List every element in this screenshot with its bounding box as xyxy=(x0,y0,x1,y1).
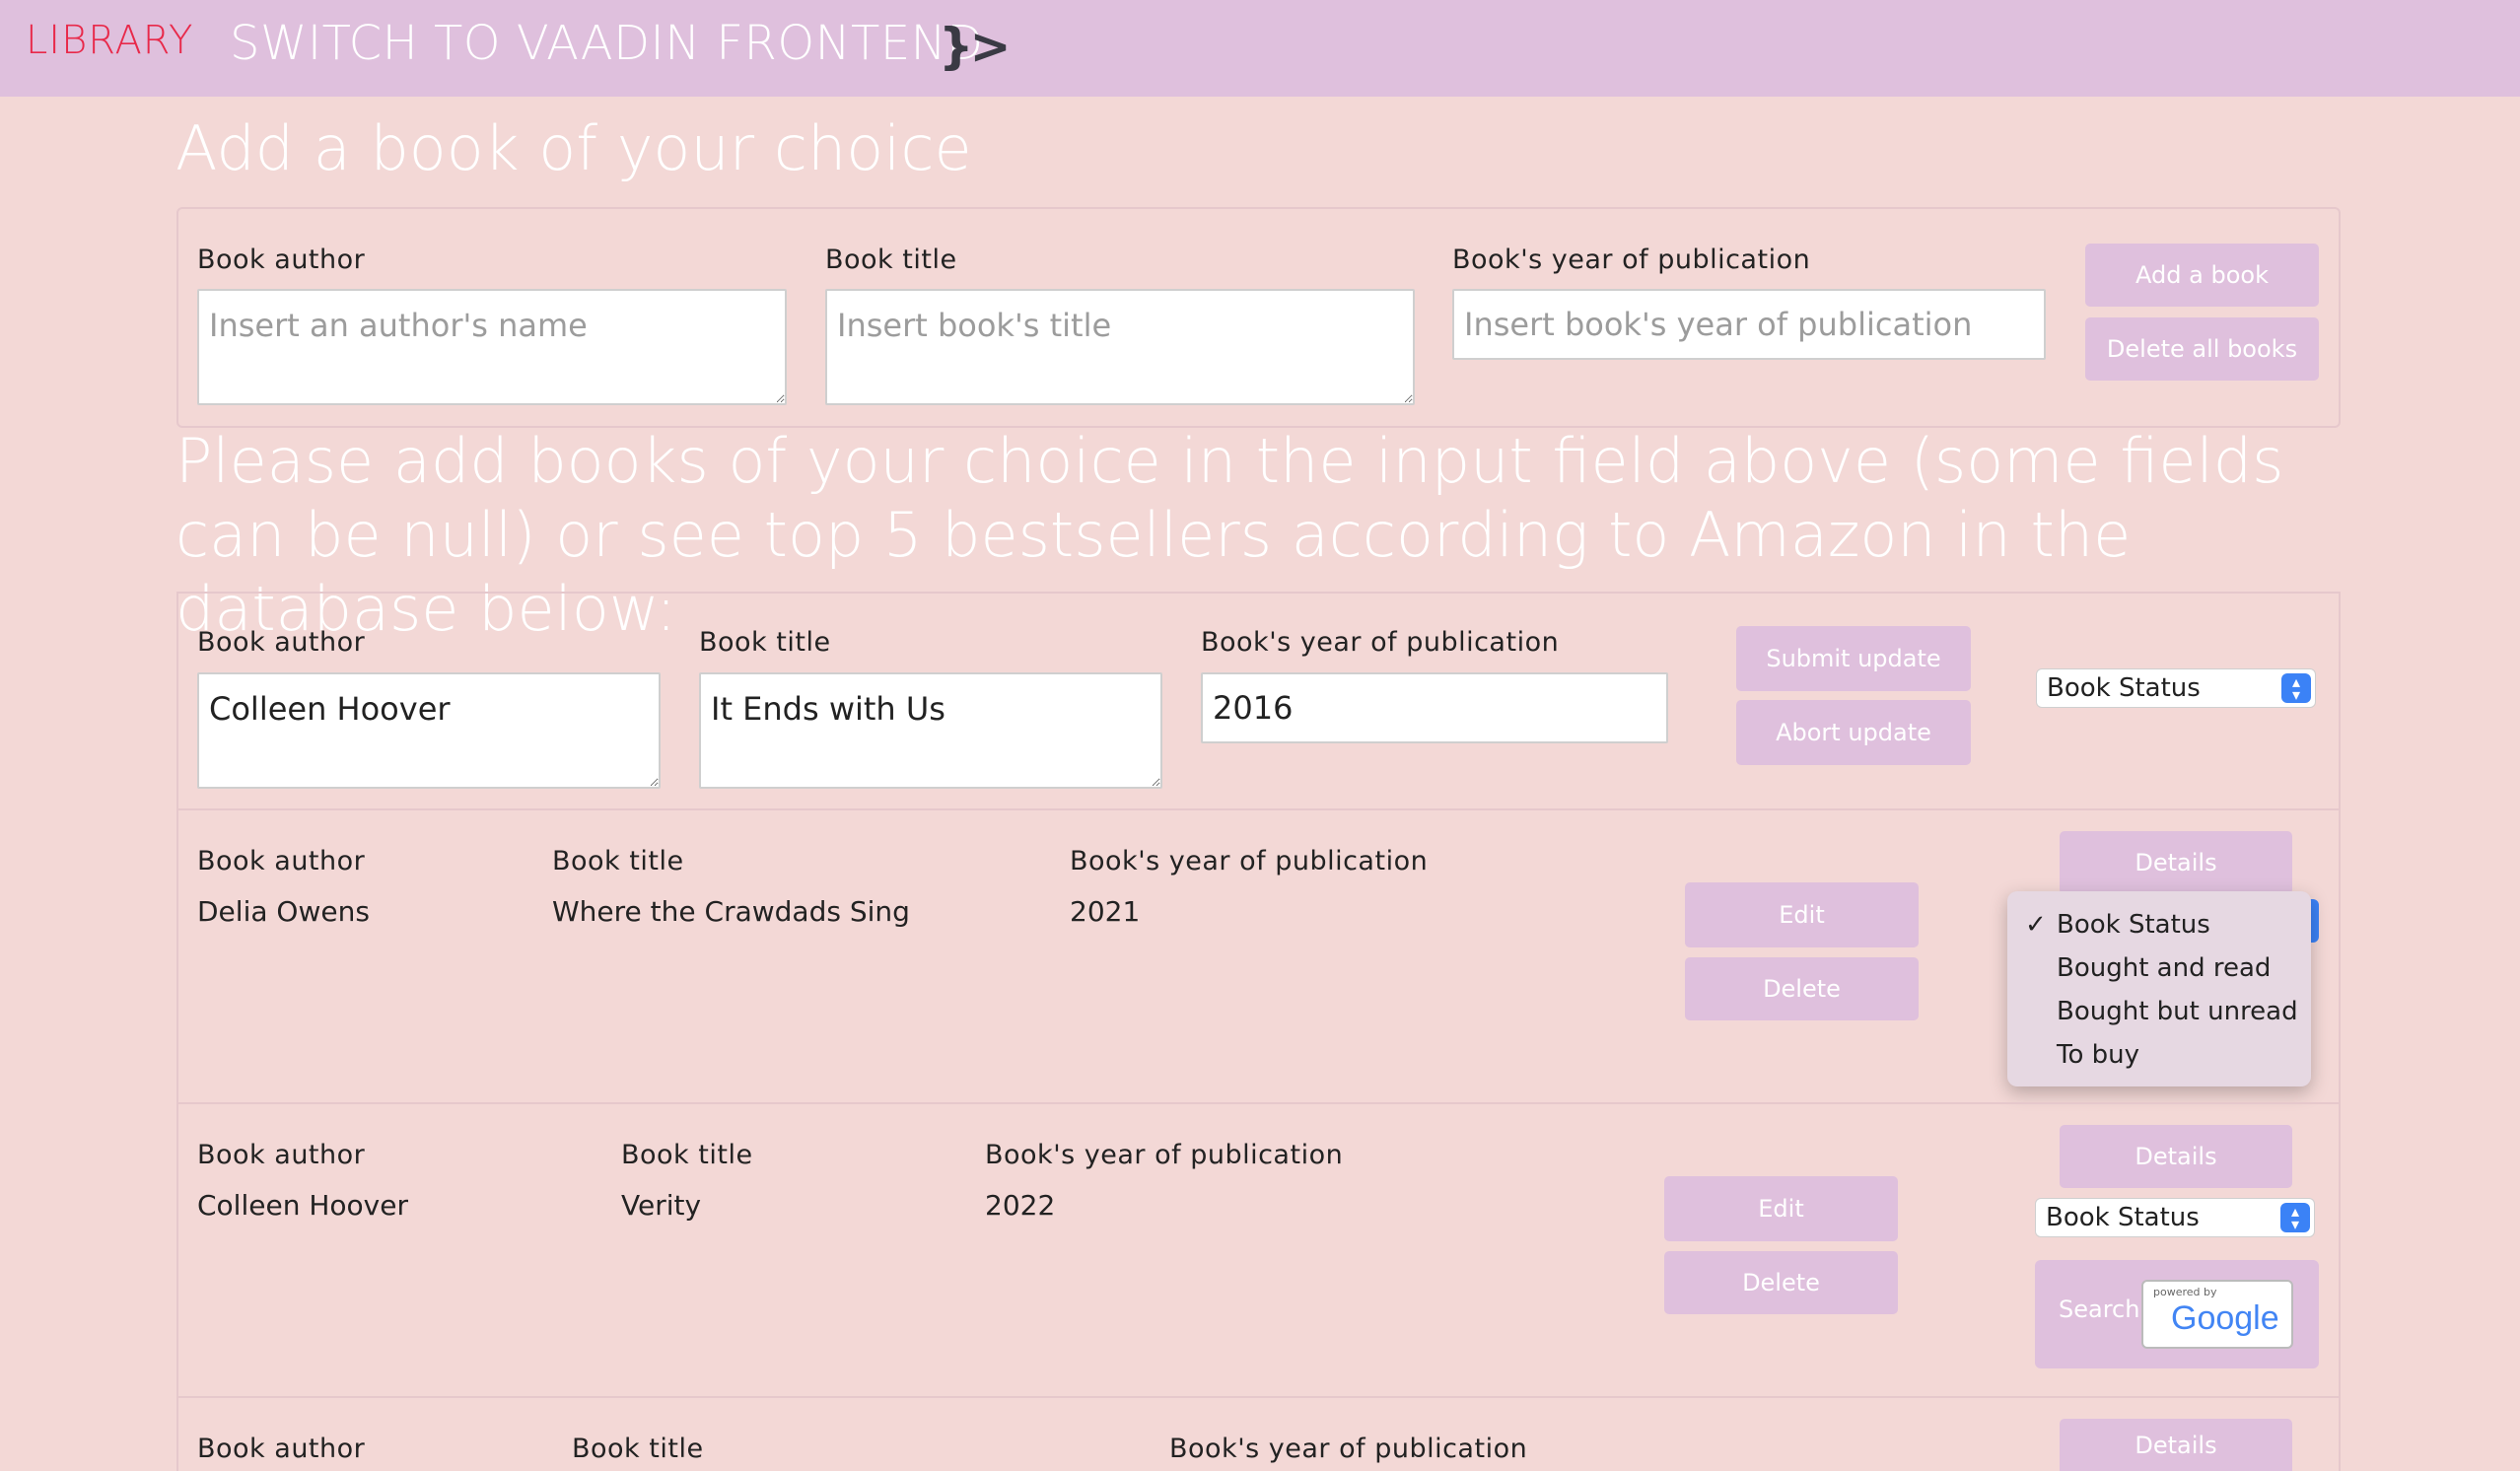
add-book-heading: Add a book of your choice xyxy=(175,112,972,184)
status-option-label: Book Status xyxy=(2057,910,2210,940)
google-word: Google xyxy=(2171,1299,2279,1337)
row-divider xyxy=(177,1396,2340,1398)
submit-update-button[interactable]: Submit update xyxy=(1736,626,1971,691)
status-option-label: Bought and read xyxy=(2057,953,2272,983)
book2-year: 2022 xyxy=(985,1189,1056,1222)
year-label: Book's year of publication xyxy=(1452,245,1811,275)
edit-author-label: Book author xyxy=(197,627,366,658)
book1-delete-button[interactable]: Delete xyxy=(1685,957,1919,1020)
book2-edit-button[interactable]: Edit xyxy=(1664,1176,1898,1241)
edit-year-input[interactable] xyxy=(1201,672,1668,743)
author-label: Book author xyxy=(197,245,366,275)
row-divider xyxy=(177,808,2340,810)
delete-all-books-button[interactable]: Delete all books xyxy=(2085,317,2319,381)
check-icon: ✓ xyxy=(2025,910,2047,940)
book1-details-button[interactable]: Details xyxy=(2060,831,2292,894)
book1-year: 2021 xyxy=(1070,895,1141,928)
edit-book-status-value: Book Status xyxy=(2047,673,2201,703)
book2-status-value: Book Status xyxy=(2046,1203,2200,1232)
row-divider xyxy=(177,1102,2340,1104)
edit-title-label: Book title xyxy=(699,627,831,658)
status-option-bought-and-read[interactable]: Bought and read xyxy=(2007,946,2311,990)
book1-author: Delia Owens xyxy=(197,895,370,928)
book1-year-label: Book's year of publication xyxy=(1070,846,1429,876)
book1-edit-button[interactable]: Edit xyxy=(1685,882,1919,947)
book1-author-label: Book author xyxy=(197,846,366,876)
abort-update-button[interactable]: Abort update xyxy=(1736,700,1971,765)
search-label: Search xyxy=(2059,1296,2140,1323)
author-input[interactable] xyxy=(197,289,787,405)
book2-delete-button[interactable]: Delete xyxy=(1664,1251,1898,1314)
google-search-button[interactable]: Search powered by Google xyxy=(2035,1260,2319,1368)
book2-details-button[interactable]: Details xyxy=(2060,1125,2292,1188)
book-list-border xyxy=(176,592,2341,594)
book2-title: Verity xyxy=(621,1189,702,1222)
vaadin-logo-icon: }> xyxy=(939,18,1011,75)
title-input[interactable] xyxy=(825,289,1415,405)
status-option-to-buy[interactable]: To buy xyxy=(2007,1033,2311,1077)
book1-title: Where the Crawdads Sing xyxy=(552,895,910,928)
edit-book-status-select[interactable]: Book Status ▴ ▾ xyxy=(2036,668,2316,708)
status-option-bought-but-unread[interactable]: Bought but unread xyxy=(2007,990,2311,1033)
switch-vaadin-link[interactable]: SWITCH TO VAADIN FRONTEND xyxy=(230,16,984,71)
edit-year-label: Book's year of publication xyxy=(1201,627,1560,658)
book1-title-label: Book title xyxy=(552,846,684,876)
book3-title-label: Book title xyxy=(572,1434,704,1464)
edit-author-input[interactable] xyxy=(197,672,661,789)
info-text: Please add books of your choice in the i… xyxy=(175,425,2284,645)
year-input[interactable] xyxy=(1452,289,2046,360)
status-option-label: Bought but unread xyxy=(2057,997,2298,1026)
book3-year-label: Book's year of publication xyxy=(1169,1434,1528,1464)
book2-author: Colleen Hoover xyxy=(197,1189,408,1222)
add-book-button[interactable]: Add a book xyxy=(2085,244,2319,307)
status-option-label: To buy xyxy=(2057,1040,2140,1070)
book3-author-label: Book author xyxy=(197,1434,366,1464)
google-powered-text: powered by xyxy=(2153,1286,2217,1298)
google-logo-icon: powered by Google xyxy=(2141,1280,2293,1349)
select-arrows-icon: ▴ ▾ xyxy=(2281,673,2311,703)
book-list-border-right xyxy=(2339,592,2341,1471)
book2-title-label: Book title xyxy=(621,1140,753,1170)
book2-year-label: Book's year of publication xyxy=(985,1140,1344,1170)
book3-details-button[interactable]: Details xyxy=(2060,1419,2292,1471)
status-option-book-status[interactable]: ✓ Book Status xyxy=(2007,903,2311,946)
select-arrows-icon: ▴ ▾ xyxy=(2280,1203,2310,1232)
book-list-border-left xyxy=(176,592,178,1471)
book2-status-select[interactable]: Book Status ▴ ▾ xyxy=(2035,1198,2315,1237)
book2-author-label: Book author xyxy=(197,1140,366,1170)
title-label: Book title xyxy=(825,245,957,275)
edit-title-input[interactable] xyxy=(699,672,1162,789)
library-link[interactable]: LIBRARY xyxy=(26,18,193,63)
book-status-dropdown: ✓ Book Status Bought and read Bought but… xyxy=(2007,891,2311,1086)
